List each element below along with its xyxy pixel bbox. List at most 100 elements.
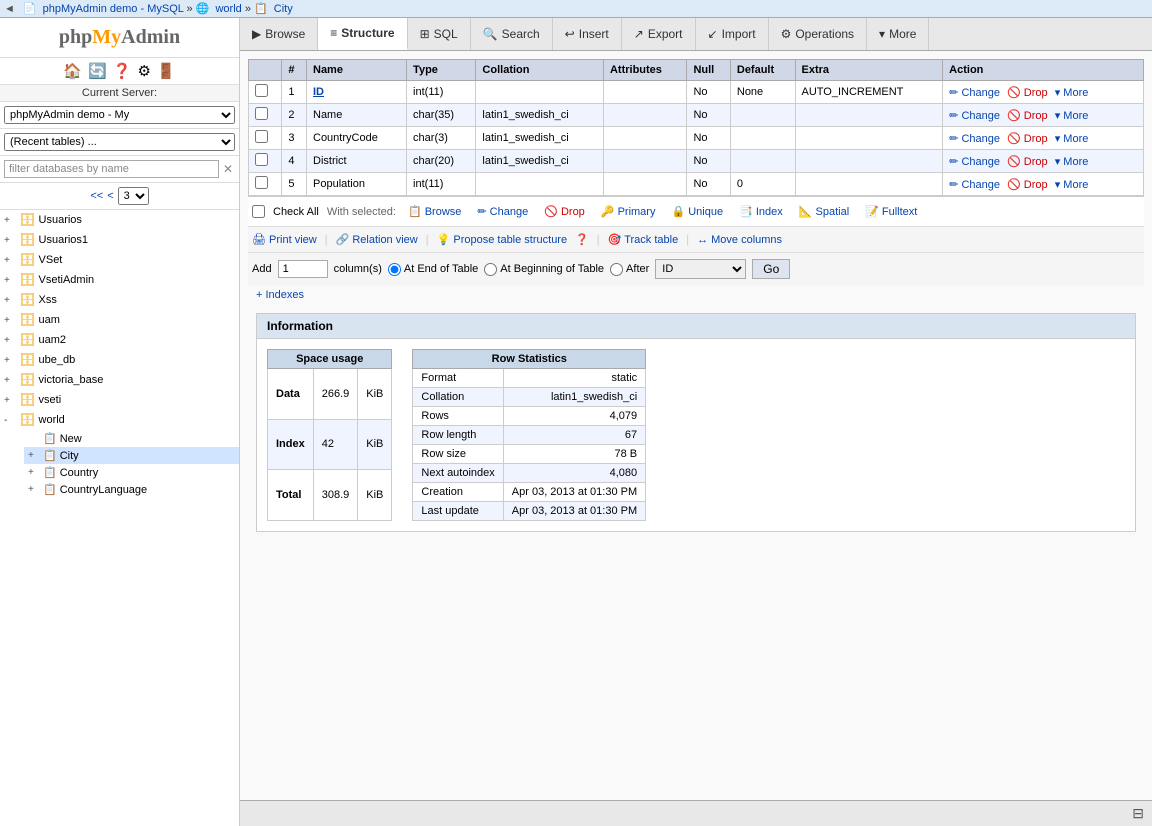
insert-label: Insert: [579, 27, 609, 41]
current-server-label: Current Server:: [0, 85, 239, 102]
row-checkbox-id[interactable]: [255, 84, 268, 97]
row-checkbox-population[interactable]: [255, 176, 268, 189]
drop-link-district[interactable]: 🚫 Drop: [1007, 155, 1048, 168]
more-link-countrycode[interactable]: ▾ More: [1055, 132, 1089, 145]
browse-selected-btn[interactable]: 📋 Browse: [404, 203, 465, 220]
db-item-usuarios[interactable]: + 🗄 Usuarios: [0, 210, 239, 230]
change-link-population[interactable]: ✏ Change: [949, 178, 1000, 191]
col-attributes-countrycode: [603, 127, 686, 150]
db-item-world-city[interactable]: + 📋 City: [24, 447, 239, 464]
db-item-victoria-base[interactable]: + 🗄 victoria_base: [0, 370, 239, 390]
drop-link-name[interactable]: 🚫 Drop: [1007, 109, 1048, 122]
page-select[interactable]: 12345: [118, 187, 149, 205]
page-prev-prev-btn[interactable]: <<: [90, 190, 103, 202]
help-icon-propose[interactable]: ❓: [575, 233, 589, 246]
stat-collation-value: latin1_swedish_ci: [503, 388, 645, 407]
db-item-uam2[interactable]: + 🗄 uam2: [0, 330, 239, 350]
db-item-usuarios1[interactable]: + 🗄 Usuarios1: [0, 230, 239, 250]
db-item-xss[interactable]: + 🗄 Xss: [0, 290, 239, 310]
row-checkbox-district[interactable]: [255, 153, 268, 166]
track-table-link[interactable]: 🎯 Track table: [608, 233, 679, 246]
exit-icon[interactable]: 🚪: [157, 62, 176, 80]
recent-tables-wrap[interactable]: (Recent tables) ...: [0, 129, 239, 156]
more-link-district[interactable]: ▾ More: [1055, 155, 1089, 168]
recent-tables-select[interactable]: (Recent tables) ...: [4, 133, 235, 151]
back-arrow[interactable]: ◄: [4, 3, 15, 15]
more-link-id[interactable]: ▾ More: [1055, 86, 1089, 99]
refresh-icon[interactable]: 🔄: [88, 62, 107, 80]
check-all-checkbox[interactable]: [252, 205, 265, 218]
spatial-selected-btn[interactable]: 📐 Spatial: [795, 203, 853, 220]
structure-btn[interactable]: ≡ Structure: [318, 18, 407, 50]
after-radio[interactable]: [610, 263, 623, 276]
row-checkbox-countrycode[interactable]: [255, 130, 268, 143]
drop-link-id[interactable]: 🚫 Drop: [1007, 86, 1048, 99]
operations-btn[interactable]: ⚙ Operations: [769, 18, 867, 50]
add-num-input[interactable]: [278, 260, 328, 278]
col-header-num: #: [282, 60, 307, 81]
more-link-name[interactable]: ▾ More: [1055, 109, 1089, 122]
more-link-population[interactable]: ▾ More: [1055, 178, 1089, 191]
after-column-select[interactable]: ID Name CountryCode District Population: [655, 259, 746, 279]
server-select[interactable]: phpMyAdmin demo - My: [4, 106, 235, 124]
db-item-ube-db[interactable]: + 🗄 ube_db: [0, 350, 239, 370]
space-index-label: Index: [268, 419, 314, 470]
search-icon: 🔍: [483, 27, 498, 41]
primary-selected-btn[interactable]: 🔑 Primary: [597, 203, 660, 220]
insert-btn[interactable]: ↩ Insert: [553, 18, 622, 50]
stat-row-format: Format static: [413, 369, 646, 388]
go-button[interactable]: Go: [752, 259, 790, 279]
row-checkbox-name[interactable]: [255, 107, 268, 120]
settings-icon[interactable]: ⚙: [137, 62, 150, 80]
relation-view-link[interactable]: 🔗 Relation view: [336, 233, 418, 246]
col-attributes-id: [603, 81, 686, 104]
at-end-radio[interactable]: [388, 263, 401, 276]
db-item-world-countrylanguage[interactable]: + 📋 CountryLanguage: [24, 481, 239, 498]
home-icon[interactable]: 🏠: [63, 62, 82, 80]
collapse-icon[interactable]: ⊟: [1132, 805, 1144, 822]
server-select-wrap[interactable]: phpMyAdmin demo - My: [0, 102, 239, 129]
fulltext-selected-btn[interactable]: 📝 Fulltext: [861, 203, 921, 220]
at-beginning-radio[interactable]: [484, 263, 497, 276]
col-name-id[interactable]: ID: [313, 86, 324, 98]
drop-link-countrycode[interactable]: 🚫 Drop: [1007, 132, 1048, 145]
drop-link-population[interactable]: 🚫 Drop: [1007, 178, 1048, 191]
move-columns-link[interactable]: ↔ Move columns: [697, 234, 782, 246]
db-item-vseti[interactable]: + 🗄 vseti: [0, 390, 239, 410]
change-selected-btn[interactable]: ✏ Change: [473, 203, 532, 220]
change-link-countrycode[interactable]: ✏ Change: [949, 132, 1000, 145]
row-num-name: 2: [282, 104, 307, 127]
indexes-link[interactable]: + Indexes: [248, 285, 1144, 305]
sql-btn[interactable]: ⊞ SQL: [408, 18, 471, 50]
db-item-vsetiadmin[interactable]: + 🗄 VsetiAdmin: [0, 270, 239, 290]
col-action-population: ✏ Change 🚫 Drop ▾ More: [943, 173, 1144, 196]
filter-clear-icon[interactable]: ✕: [221, 162, 235, 176]
db-item-world-country[interactable]: + 📋 Country: [24, 464, 239, 481]
propose-structure-link[interactable]: 💡 Propose table structure: [437, 233, 567, 246]
import-btn[interactable]: ↙ Import: [696, 18, 769, 50]
col-header-action: Action: [943, 60, 1144, 81]
drop-selected-btn[interactable]: 🚫 Drop: [540, 203, 589, 220]
browse-btn[interactable]: ▶ Browse: [240, 18, 318, 50]
breadcrumb-db[interactable]: world: [215, 3, 241, 15]
col-name-name: Name: [307, 104, 407, 127]
export-icon: ↗: [634, 27, 644, 41]
unique-selected-btn[interactable]: 🔒 Unique: [667, 203, 727, 220]
change-link-name[interactable]: ✏ Change: [949, 109, 1000, 122]
breadcrumb-server[interactable]: phpMyAdmin demo - MySQL: [43, 3, 184, 15]
page-prev-btn[interactable]: <: [107, 190, 113, 202]
breadcrumb-table[interactable]: City: [274, 3, 293, 15]
db-item-vset[interactable]: + 🗄 VSet: [0, 250, 239, 270]
print-view-link[interactable]: 🖨 Print view: [252, 233, 317, 246]
export-btn[interactable]: ↗ Export: [622, 18, 696, 50]
index-selected-btn[interactable]: 📑 Index: [735, 203, 787, 220]
more-btn[interactable]: ▾ More: [867, 18, 929, 50]
db-item-uam[interactable]: + 🗄 uam: [0, 310, 239, 330]
change-link-district[interactable]: ✏ Change: [949, 155, 1000, 168]
db-item-world[interactable]: - 🗄 world: [0, 410, 239, 430]
help-icon[interactable]: ❓: [113, 62, 132, 80]
db-item-world-new[interactable]: 📋 New: [24, 430, 239, 447]
change-link-id[interactable]: ✏ Change: [949, 86, 1000, 99]
filter-input[interactable]: [4, 160, 219, 178]
search-btn[interactable]: 🔍 Search: [471, 18, 553, 50]
